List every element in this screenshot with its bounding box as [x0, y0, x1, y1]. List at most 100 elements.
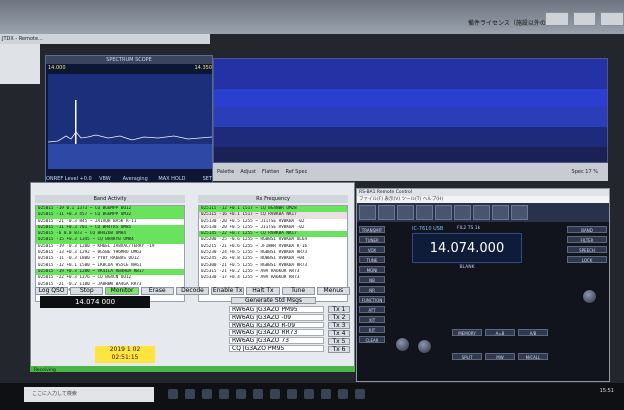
- rtty-icon[interactable]: [435, 205, 452, 220]
- main-dial-knob[interactable]: [582, 289, 597, 304]
- generate-std-msgs-button[interactable]: Generate Std Msgs: [231, 297, 316, 304]
- control-button-row: Log QSO Stop Monitor Erase Decode Enable…: [35, 287, 350, 295]
- tx2-message[interactable]: RW6AG JG3AZO -09: [229, 313, 324, 321]
- app-icon[interactable]: [304, 389, 314, 399]
- lock-button[interactable]: LOCK: [567, 256, 607, 263]
- spectrum-range: 14.000 14.350: [48, 65, 212, 73]
- tx5-message[interactable]: RW6AG JG3AZO 73: [229, 337, 324, 345]
- browser-top-bar: [0, 0, 624, 34]
- function-button[interactable]: FUNCTION: [359, 296, 385, 303]
- erase-button[interactable]: Erase: [140, 287, 174, 295]
- af-rf-knob[interactable]: [395, 337, 410, 352]
- nb-button[interactable]: NB: [359, 276, 385, 283]
- vox-button[interactable]: VOX: [359, 246, 385, 253]
- left-app-menu: [0, 44, 40, 84]
- desktop-screen: 備件ライセンス（施設以外の異物記） JTDX - Remote... SPECT…: [0, 0, 624, 410]
- app-icon[interactable]: [355, 389, 365, 399]
- ref-spec-checkbox[interactable]: Ref Spec: [285, 169, 307, 175]
- moni-button[interactable]: MONI: [359, 266, 385, 273]
- excel-icon[interactable]: [270, 389, 280, 399]
- tx4-button[interactable]: Tx 4: [328, 330, 350, 337]
- minimize-button[interactable]: [545, 12, 569, 26]
- tx3-message[interactable]: RW6AG JG3AZO R-09: [229, 321, 324, 329]
- enable-tx-button[interactable]: Enable Tx: [211, 287, 245, 295]
- tx3-button[interactable]: Tx 3: [328, 322, 350, 329]
- spectrum-right-freq: 14.350: [194, 65, 213, 71]
- band-activity-header: Band Activity: [35, 195, 185, 203]
- store-icon[interactable]: [219, 389, 229, 399]
- tune-button[interactable]: Tune: [281, 287, 315, 295]
- tx6-button[interactable]: Tx 6: [328, 346, 350, 353]
- transmit-icon[interactable]: [492, 205, 509, 220]
- rx-frequency-header: Rx Frequency: [198, 195, 348, 203]
- monitor-button[interactable]: Monitor: [105, 287, 139, 295]
- close-button[interactable]: [600, 12, 624, 26]
- word-icon[interactable]: [287, 389, 297, 399]
- att-button[interactable]: ATT: [359, 306, 385, 313]
- rit-button[interactable]: RIT: [359, 326, 385, 333]
- spectrum-scope-window: SPECTRUM SCOPE 14.000 14.350 ON REF Leve…: [45, 55, 213, 190]
- rig-blank: BLANK: [459, 265, 475, 270]
- app-title-bar: JTDX - Remote...: [0, 34, 210, 44]
- band-button[interactable]: BAND: [567, 226, 607, 233]
- rig-model: IC-7610: [412, 226, 432, 232]
- app-icon[interactable]: [338, 389, 348, 399]
- tx1-message[interactable]: RW6AG JG3AZO PM95: [229, 306, 324, 313]
- rig-window-title: RS-BA1 Remote Control: [357, 189, 609, 196]
- rig-right-controls: BAND FILTER SPEECH LOCK: [567, 226, 607, 336]
- mail-icon[interactable]: [236, 389, 246, 399]
- list-item[interactable]: 025330 -17 +0.4 1255 ~ A9A RA6KOR RR73: [199, 275, 347, 281]
- mw-button[interactable]: MW: [485, 352, 515, 360]
- xit-button[interactable]: XIT: [359, 316, 385, 323]
- log-qso-button[interactable]: Log QSO: [35, 287, 69, 295]
- spectrum-scope-title: SPECTRUM SCOPE: [46, 56, 212, 64]
- flatten-checkbox[interactable]: Flatten: [262, 169, 280, 175]
- tx6-message[interactable]: CQ JG3AZO PM95: [229, 345, 324, 352]
- a-equals-b-button[interactable]: A=B: [485, 329, 515, 336]
- nr-button[interactable]: NR: [359, 286, 385, 293]
- clear-button[interactable]: CLEAR: [359, 336, 385, 343]
- halt-tx-button[interactable]: Halt Tx: [246, 287, 280, 295]
- taskbar-search-input[interactable]: ここに入力して検索: [24, 387, 154, 402]
- task-view-icon[interactable]: [168, 389, 178, 399]
- connect-icon[interactable]: [359, 205, 376, 220]
- decode-button[interactable]: Decode: [175, 287, 210, 295]
- a-b-button[interactable]: A/B: [518, 329, 548, 336]
- speech-button[interactable]: SPEECH: [567, 246, 607, 253]
- set-mode-icon[interactable]: [473, 205, 490, 220]
- cw-keyer-icon[interactable]: [416, 205, 433, 220]
- maximize-button[interactable]: [572, 12, 597, 26]
- tuner-button[interactable]: TUNER: [359, 236, 385, 243]
- scope-icon[interactable]: [454, 205, 471, 220]
- memory-button[interactable]: MEMORY: [452, 329, 482, 336]
- tx5-button[interactable]: Tx 5: [328, 338, 350, 345]
- stop-button[interactable]: Stop: [70, 287, 104, 295]
- m-call-button[interactable]: M/CALL: [518, 352, 548, 360]
- spectrum-graph[interactable]: [47, 74, 213, 169]
- voice-icon[interactable]: [397, 205, 414, 220]
- waterfall-display[interactable]: [213, 58, 608, 163]
- tx4-message[interactable]: RW6AG JG3AZO RR73: [229, 329, 324, 337]
- menus-checkbox[interactable]: Menus: [316, 287, 350, 295]
- settings-icon[interactable]: [511, 205, 528, 220]
- rig-menu-bar[interactable]: ファイル(F) 表示(V) ツール(T) ヘルプ(H): [357, 196, 609, 203]
- window-controls: [545, 12, 624, 26]
- palette-button[interactable]: Palette: [217, 169, 234, 175]
- waterfall-controls: Palette Adjust Flatten Ref Spec Spec 17 …: [213, 163, 608, 181]
- memory-icon[interactable]: [378, 205, 395, 220]
- file-explorer-icon[interactable]: [202, 389, 212, 399]
- passband-knob[interactable]: [417, 339, 432, 354]
- dial-frequency-display: 14.074 000: [40, 296, 150, 308]
- tx1-button[interactable]: Tx 1: [328, 306, 350, 313]
- edge-browser-icon[interactable]: [185, 389, 195, 399]
- filter-button[interactable]: FILTER: [567, 236, 607, 243]
- tx2-button[interactable]: Tx 2: [328, 314, 350, 321]
- chrome-icon[interactable]: [253, 389, 263, 399]
- app-icon[interactable]: [321, 389, 331, 399]
- tune-rig-button[interactable]: TUNE: [359, 256, 385, 263]
- split-button[interactable]: SPLIT: [452, 352, 482, 360]
- transmit-button[interactable]: TRANSMIT: [359, 226, 385, 233]
- receiving-status: Receiving: [34, 368, 56, 373]
- tx-button-column: Tx 1 Tx 2 Tx 3 Tx 4 Tx 5 Tx 6: [328, 306, 350, 353]
- adjust-button[interactable]: Adjust: [240, 169, 256, 175]
